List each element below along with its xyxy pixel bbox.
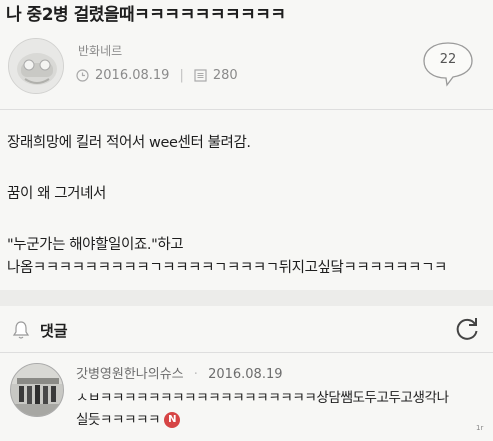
clock-icon: [76, 69, 89, 82]
section-gap: [0, 290, 493, 306]
comment-count-button[interactable]: 22: [420, 40, 476, 88]
post-meta: 2016.08.19 | 280: [76, 68, 238, 83]
post-header: 반화네르 2016.08.19 | 280 22: [0, 30, 493, 108]
post-date: 2016.08.19: [95, 68, 170, 83]
meta-separator: |: [179, 68, 184, 83]
comments-header: 댓글: [0, 306, 493, 352]
post-body-line-2: 꿈이 왜 그거녜서: [7, 186, 106, 202]
post-body-line-3: "누군가는 해야할일이죠."하고: [7, 237, 184, 253]
comments-label: 댓글: [40, 322, 68, 340]
avatar-illustration: [9, 39, 63, 93]
new-badge: N: [164, 412, 181, 428]
comments-divider: [0, 352, 493, 353]
watermark: 1r: [476, 424, 484, 432]
views-icon: [194, 69, 207, 82]
view-count: 280: [212, 68, 238, 83]
commenter-avatar[interactable]: [10, 363, 64, 417]
commenter-name[interactable]: 갓병영원한나의슈스: [76, 367, 184, 382]
author-avatar[interactable]: [8, 38, 64, 94]
post-title: 나 중2병 걸렸을때ㅋㅋㅋㅋㅋㅋㅋㅋㅋㅋ: [6, 5, 286, 25]
comment-text-line-1: ㅅㅂㅋㅋㅋㅋㅋㅋㅋㅋㅋㅋㅋㅋㅋㅋㅋㅋㅋㅋ상담쌤도두고두고생각나: [76, 390, 449, 406]
bell-icon[interactable]: [12, 320, 30, 340]
refresh-icon[interactable]: [454, 316, 480, 342]
avatar-group-photo: [11, 364, 63, 416]
meta-dot: ·: [193, 367, 198, 382]
comment-text-line-2: 실듯ㅋㅋㅋㅋㅋ N: [76, 408, 181, 428]
post-body-line-4: 나옴ㅋㅋㅋㅋㅋㅋㅋㅋㅋㄱㅋㅋㅋㅋㄱㅋㅋㅋㄱ뒤지고싶닼ㅋㅋㅋㅋㅋㅋㄱㅋ: [7, 260, 447, 276]
header-divider: [0, 109, 493, 110]
post-body-line-1: 장래희망에 킬러 적어서 wee센터 불려감.: [7, 135, 251, 151]
comment-meta: 갓병영원한나의슈스 · 2016.08.19: [76, 363, 283, 382]
comment-date: 2016.08.19: [208, 367, 283, 382]
author-name[interactable]: 반화네르: [78, 42, 122, 59]
comment-text-line-2-text: 실듯ㅋㅋㅋㅋㅋ: [76, 412, 161, 428]
comment-count: 22: [439, 52, 457, 67]
